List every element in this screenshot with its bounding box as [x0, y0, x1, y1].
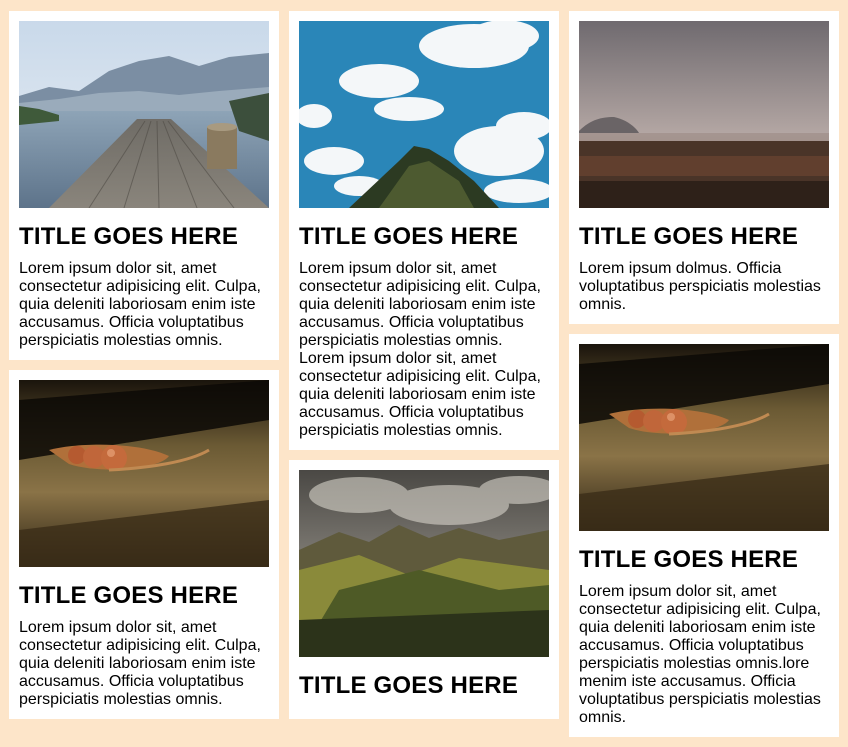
card-foggy-field: TITLE GOES HERE Lorem ipsum dolmus. Offi… — [569, 11, 839, 324]
card-title: TITLE GOES HERE — [19, 582, 239, 609]
card-snail-leaf-2: TITLE GOES HERE Lorem ipsum dolor sit, a… — [569, 334, 839, 737]
card-snail-leaf: TITLE GOES HERE Lorem ipsum dolor sit, a… — [9, 370, 279, 719]
card-lake-dock: TITLE GOES HERE Lorem ipsum dolor sit, a… — [9, 11, 279, 360]
masonry-column-2: TITLE GOES HERE Lorem ipsum dolor sit, a… — [289, 11, 559, 729]
card-title: TITLE GOES HERE — [299, 223, 519, 250]
snails-on-leaf-photo — [19, 380, 269, 567]
card-body-text: Lorem ipsum dolor sit, amet consectetur … — [19, 619, 261, 708]
mountain-valley-photo — [299, 470, 549, 657]
card-body-text: Lorem ipsum dolor sit, amet consectetur … — [299, 260, 541, 439]
card-valley: TITLE GOES HERE — [289, 460, 559, 719]
card-title: TITLE GOES HERE — [579, 546, 799, 573]
foggy-field-photo — [579, 21, 829, 208]
masonry-column-3: TITLE GOES HERE Lorem ipsum dolmus. Offi… — [569, 11, 839, 747]
card-title: TITLE GOES HERE — [299, 672, 519, 699]
card-cloudy-peak: TITLE GOES HERE Lorem ipsum dolor sit, a… — [289, 11, 559, 450]
lake-dock-photo — [19, 21, 269, 208]
card-body-text: Lorem ipsum dolor sit, amet consectetur … — [19, 260, 261, 349]
card-title: TITLE GOES HERE — [19, 223, 239, 250]
card-title: TITLE GOES HERE — [579, 223, 799, 250]
masonry-column-1: TITLE GOES HERE Lorem ipsum dolor sit, a… — [9, 11, 279, 729]
snails-on-leaf-photo — [579, 344, 829, 531]
card-body-text: Lorem ipsum dolor sit, amet consectetur … — [579, 583, 821, 726]
card-body-text: Lorem ipsum dolmus. Officia voluptatibus… — [579, 260, 821, 313]
cloudy-peak-photo — [299, 21, 549, 208]
